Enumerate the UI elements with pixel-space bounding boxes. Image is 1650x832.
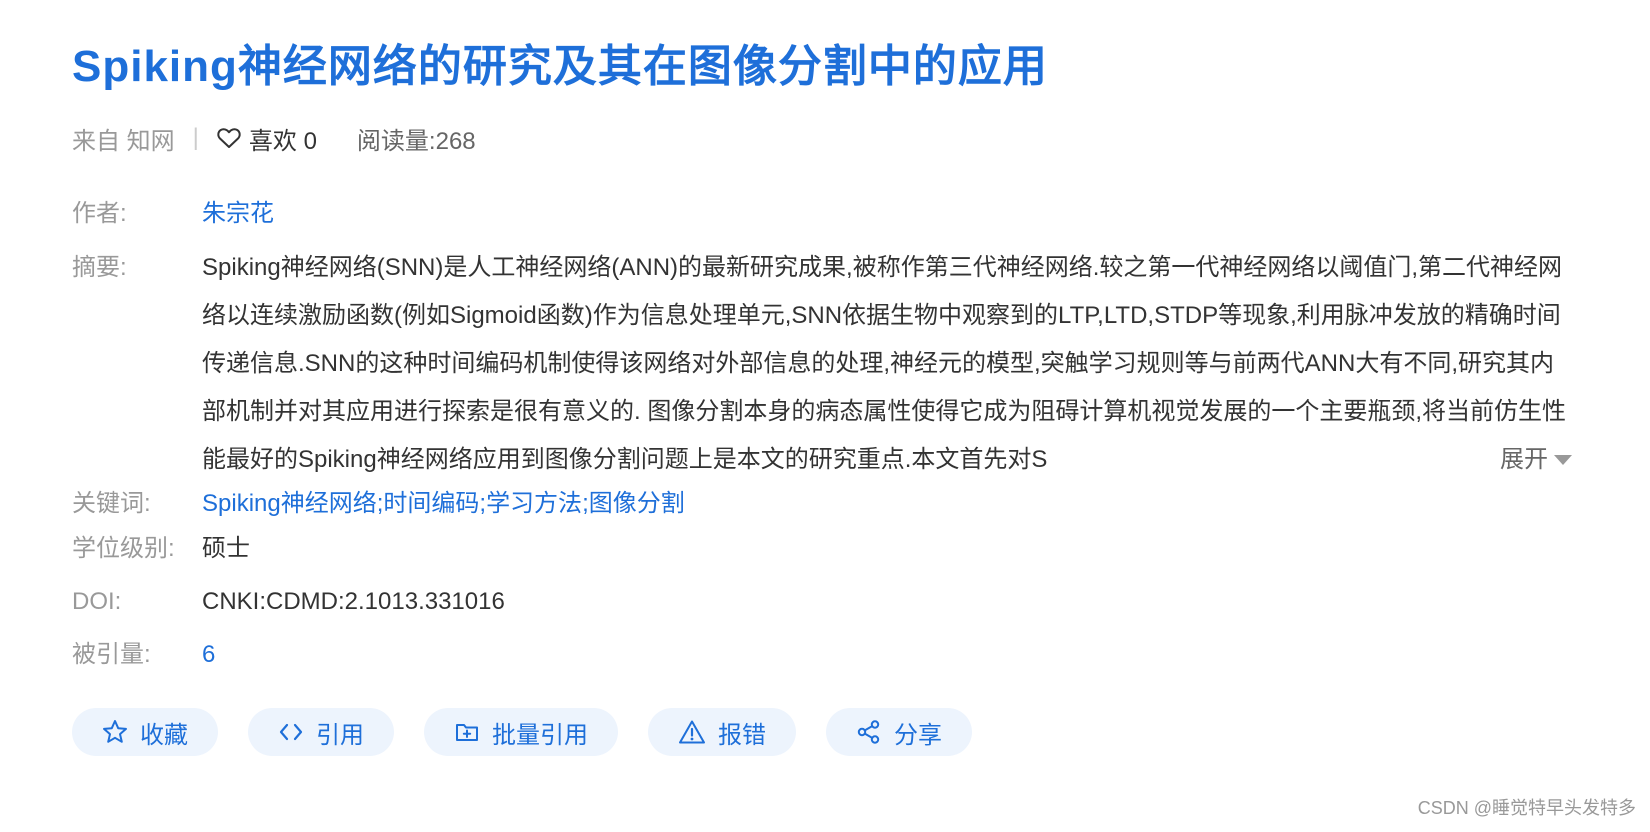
heart-icon — [217, 128, 241, 148]
action-bar: 收藏 引用 批量引用 报错 分享 — [72, 708, 1002, 756]
degree-row: 学位级别: 硕士 — [72, 525, 250, 573]
like-button[interactable]: 喜欢 0 — [217, 121, 317, 156]
source-text: 来自 知网 — [72, 127, 175, 155]
doi-row: DOI: CNKI:CDMD:2.1013.331016 — [72, 578, 505, 626]
keyword-link[interactable]: Spiking神经网络 — [202, 490, 377, 517]
watermark: CSDN @睡觉特早头发特多 — [1417, 798, 1636, 818]
page-title: Spiking神经网络的研究及其在图像分割中的应用 — [72, 42, 1048, 91]
expand-button[interactable]: 展开 — [1440, 436, 1572, 484]
star-icon — [103, 720, 127, 743]
author-link[interactable]: 朱宗花 — [202, 190, 274, 238]
keyword-separator: ; — [582, 490, 589, 517]
code-icon — [279, 723, 303, 741]
cited-count-link[interactable]: 6 — [202, 631, 215, 679]
keywords-label: 关键词: — [72, 490, 151, 517]
cited-row: 被引量: 6 — [72, 631, 215, 679]
collect-button[interactable]: 收藏 — [72, 708, 218, 756]
caret-down-icon — [1554, 455, 1572, 465]
cite-button[interactable]: 引用 — [248, 708, 394, 756]
folder-add-icon — [456, 724, 478, 741]
share-icon — [857, 720, 880, 744]
expand-label: 展开 — [1500, 446, 1548, 473]
read-count: 阅读量:268 — [357, 121, 476, 156]
doi-value: CNKI:CDMD:2.1013.331016 — [202, 588, 505, 615]
author-row: 作者: 朱宗花 — [72, 190, 274, 238]
abstract-row: 摘要: Spiking神经网络(SNN)是人工神经网络(ANN)的最新研究成果,… — [72, 244, 1572, 484]
report-button[interactable]: 报错 — [648, 708, 796, 756]
keyword-link[interactable]: 学习方法 — [486, 490, 582, 517]
read-value: 268 — [435, 127, 476, 155]
collect-label: 收藏 — [140, 721, 188, 749]
degree-value: 硕士 — [202, 535, 250, 562]
cited-label: 被引量: — [72, 641, 151, 668]
batch-cite-label: 批量引用 — [492, 721, 588, 749]
meta-divider: | — [192, 124, 199, 151]
share-label: 分享 — [894, 721, 942, 749]
keywords-list: Spiking神经网络;时间编码;学习方法;图像分割 — [202, 480, 685, 528]
like-label: 喜欢 0 — [248, 127, 317, 155]
keyword-link[interactable]: 时间编码 — [383, 490, 479, 517]
author-label: 作者: — [72, 200, 127, 227]
report-label: 报错 — [718, 721, 766, 749]
doi-label: DOI: — [72, 588, 122, 615]
degree-label: 学位级别: — [72, 535, 175, 562]
warning-icon — [679, 720, 705, 744]
cite-label: 引用 — [316, 721, 364, 749]
abstract-container: Spiking神经网络(SNN)是人工神经网络(ANN)的最新研究成果,被称作第… — [202, 244, 1572, 484]
abstract-text: Spiking神经网络(SNN)是人工神经网络(ANN)的最新研究成果,被称作第… — [202, 254, 1566, 473]
read-label: 阅读量: — [356, 127, 436, 155]
abstract-label: 摘要: — [72, 254, 127, 281]
keyword-link[interactable]: 图像分割 — [589, 490, 685, 517]
batch-cite-button[interactable]: 批量引用 — [424, 708, 618, 756]
share-button[interactable]: 分享 — [826, 708, 972, 756]
meta-line: 来自 知网 | 喜欢 0 阅读量:268 — [72, 120, 476, 156]
keywords-row: 关键词: Spiking神经网络;时间编码;学习方法;图像分割 — [72, 480, 685, 528]
